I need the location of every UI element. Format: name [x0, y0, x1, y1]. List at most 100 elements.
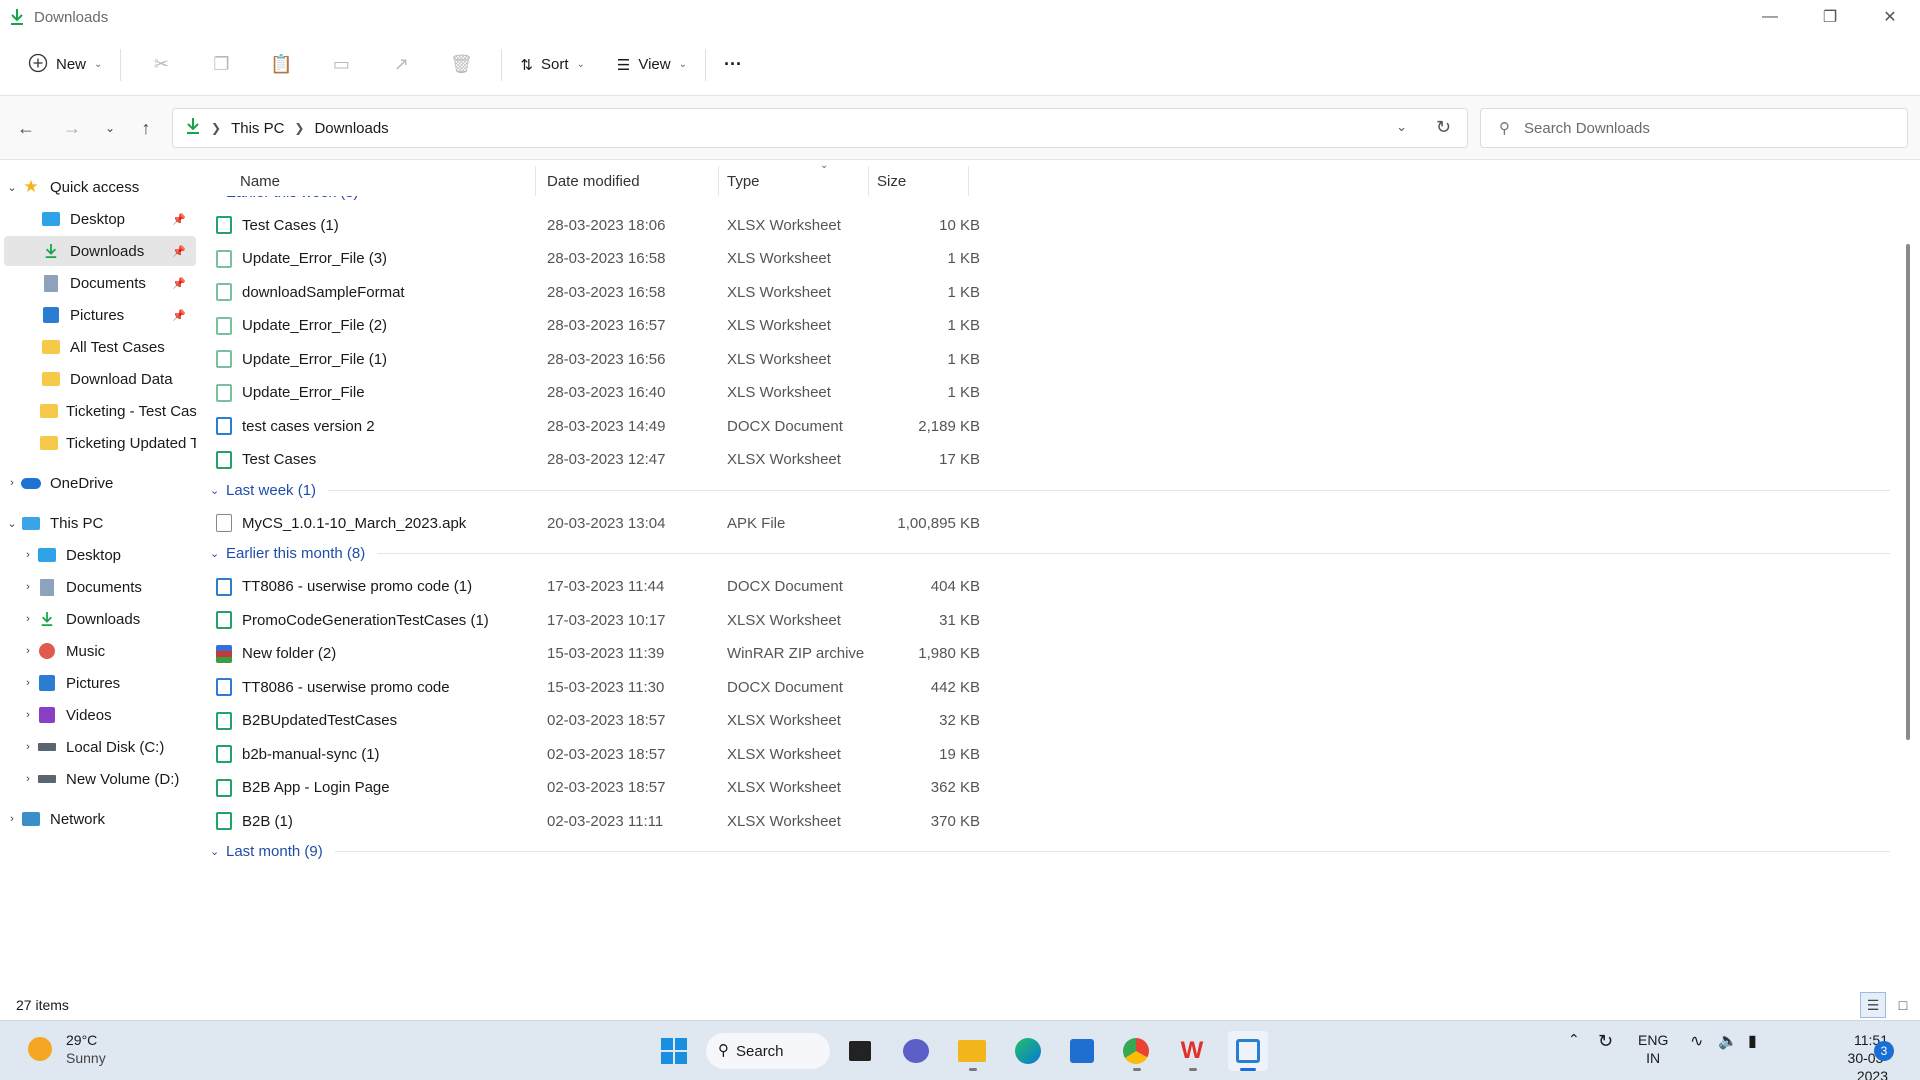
- microsoft-store-icon[interactable]: [1062, 1031, 1102, 1071]
- chevron-down-icon[interactable]: ⌄: [210, 196, 226, 199]
- search-input[interactable]: ⚲ Search Downloads: [1480, 108, 1908, 148]
- chevron-down-icon[interactable]: ⌄: [210, 547, 226, 560]
- file-row[interactable]: Update_Error_File (2) 28-03-2023 16:57 XLS…: [216, 309, 1166, 343]
- chevron-right-icon[interactable]: ›: [20, 581, 36, 593]
- copy-icon[interactable]: ❐: [201, 45, 241, 85]
- column-header-name[interactable]: Name: [232, 166, 536, 196]
- share-icon[interactable]: ↗: [381, 45, 421, 85]
- delete-icon[interactable]: 🗑: [441, 45, 481, 85]
- wps-office-icon[interactable]: W: [1172, 1031, 1212, 1071]
- file-row[interactable]: B2B App - Login Page 02-03-2023 18:57 XLSX…: [216, 771, 1166, 805]
- show-hidden-icons-chevron-icon[interactable]: ⌃: [1568, 1031, 1580, 1048]
- chevron-right-icon[interactable]: ›: [20, 645, 36, 657]
- chevron-right-icon[interactable]: ›: [4, 477, 20, 489]
- file-row[interactable]: B2B (1) 02-03-2023 11:11 XLSX Worksheet 370…: [216, 804, 1166, 838]
- file-row[interactable]: TT8086 - userwise promo code 15-03-2023 1…: [216, 670, 1166, 704]
- forward-arrow-icon[interactable]: →: [58, 114, 86, 142]
- sidebar-item-pc-music[interactable]: › Music: [4, 636, 196, 666]
- sidebar-item-documents[interactable]: Documents 📌: [4, 268, 196, 298]
- sync-icon[interactable]: ↻: [1598, 1031, 1613, 1052]
- teams-chat-icon[interactable]: [896, 1031, 936, 1071]
- chrome-browser-icon[interactable]: [1116, 1031, 1156, 1071]
- address-bar[interactable]: ❯ This PC ❯ Downloads ⌄ ↻: [172, 108, 1468, 148]
- file-row[interactable]: New folder (2) 15-03-2023 11:39 WinRAR ZIP…: [216, 637, 1166, 671]
- chevron-down-icon[interactable]: ⌄: [210, 845, 226, 858]
- chevron-right-icon[interactable]: ›: [20, 549, 36, 561]
- sidebar-item-pc-downloads[interactable]: › Downloads: [4, 604, 196, 634]
- column-header-date[interactable]: Date modified: [539, 166, 719, 196]
- file-row[interactable]: downloadSampleFormat 28-03-2023 16:58 XLS …: [216, 275, 1166, 309]
- sidebar-item-downloads[interactable]: Downloads 📌: [4, 236, 196, 266]
- up-arrow-icon[interactable]: ↑: [132, 114, 160, 142]
- input-language[interactable]: ENG IN: [1638, 1031, 1668, 1067]
- sidebar-quick-access[interactable]: ⌄ ★ Quick access: [4, 172, 196, 202]
- weather-widget[interactable]: 29°C Sunny: [28, 1031, 106, 1067]
- sidebar-item-ticketing-test-cases[interactable]: Ticketing - Test Cas: [4, 396, 196, 426]
- new-button[interactable]: New ⌄: [20, 45, 110, 85]
- rename-icon[interactable]: ▭: [321, 45, 361, 85]
- chevron-down-icon[interactable]: ⌄: [4, 181, 20, 194]
- sidebar-item-pc-videos[interactable]: › Videos: [4, 700, 196, 730]
- wifi-icon[interactable]: ∿: [1690, 1031, 1703, 1051]
- file-row[interactable]: MyCS_1.0.1-10_March_2023.apk 20-03-2023 1…: [216, 506, 1166, 540]
- sidebar-this-pc[interactable]: ⌄ This PC: [4, 508, 196, 538]
- chevron-right-icon[interactable]: ›: [20, 677, 36, 689]
- sidebar-item-pc-pictures[interactable]: › Pictures: [4, 668, 196, 698]
- sidebar-item-ticketing-updated[interactable]: Ticketing Updated T: [4, 428, 196, 458]
- edge-browser-icon[interactable]: [1008, 1031, 1048, 1071]
- notification-badge[interactable]: 3: [1874, 1041, 1894, 1061]
- scrollbar-thumb[interactable]: [1906, 244, 1910, 740]
- file-explorer-icon[interactable]: [952, 1031, 992, 1071]
- group-header[interactable]: ⌄ Earlier this month (8): [210, 542, 1890, 566]
- sidebar-item-download-data[interactable]: Download Data: [4, 364, 196, 394]
- taskbar-search-button[interactable]: ⚲ Search: [706, 1033, 830, 1069]
- chevron-right-icon[interactable]: ›: [20, 613, 36, 625]
- chevron-right-icon[interactable]: ›: [20, 709, 36, 721]
- file-row[interactable]: TT8086 - userwise promo code (1) 17-03-20…: [216, 570, 1166, 604]
- file-row[interactable]: test cases version 2 28-03-2023 14:49 DOCX…: [216, 409, 1166, 443]
- column-header-size[interactable]: Size: [869, 166, 969, 196]
- close-button[interactable]: ✕: [1860, 0, 1920, 34]
- tiles-view-icon[interactable]: □: [1890, 992, 1916, 1018]
- breadcrumb-this-pc[interactable]: This PC: [231, 120, 284, 137]
- file-row[interactable]: Test Cases 28-03-2023 12:47 XLSX Worksheet…: [216, 443, 1166, 477]
- cut-icon[interactable]: ✂: [141, 45, 181, 85]
- more-options-button[interactable]: ···: [716, 45, 750, 85]
- file-row[interactable]: b2b-manual-sync (1) 02-03-2023 18:57 XLSX …: [216, 737, 1166, 771]
- snipping-tool-icon[interactable]: [1228, 1031, 1268, 1071]
- file-row[interactable]: Update_Error_File 28-03-2023 16:40 XLS Wor…: [216, 376, 1166, 410]
- volume-icon[interactable]: 🔈: [1718, 1031, 1738, 1051]
- restore-button[interactable]: ❐: [1800, 0, 1860, 34]
- sidebar-item-all-test-cases[interactable]: All Test Cases: [4, 332, 196, 362]
- chevron-down-icon[interactable]: ⌄: [4, 517, 20, 530]
- group-header[interactable]: ⌄Earlier this week (8): [210, 196, 1890, 204]
- sidebar-item-local-disk-c[interactable]: › Local Disk (C:): [4, 732, 196, 762]
- chevron-right-icon[interactable]: ›: [20, 741, 36, 753]
- minimize-button[interactable]: —: [1740, 0, 1800, 34]
- details-view-icon[interactable]: ☰: [1860, 992, 1886, 1018]
- sort-button[interactable]: ⇅ Sort ⌄: [512, 45, 592, 85]
- sidebar-item-new-volume-d[interactable]: › New Volume (D:): [4, 764, 196, 794]
- file-row[interactable]: Update_Error_File (3) 28-03-2023 16:58 XLS…: [216, 242, 1166, 276]
- file-row[interactable]: Test Cases (1) 28-03-2023 18:06 XLSX Works…: [216, 208, 1166, 242]
- task-view-icon[interactable]: [840, 1031, 880, 1071]
- file-row[interactable]: Update_Error_File (1) 28-03-2023 16:56 XLS…: [216, 342, 1166, 376]
- vertical-scrollbar[interactable]: [1906, 160, 1912, 990]
- view-button[interactable]: ☰ View ⌄: [609, 45, 695, 85]
- group-header[interactable]: ⌄ Last week (1): [210, 478, 1890, 502]
- sidebar-onedrive[interactable]: › OneDrive: [4, 468, 196, 498]
- breadcrumb-downloads[interactable]: Downloads: [314, 120, 388, 137]
- sidebar-item-pc-desktop[interactable]: › Desktop: [4, 540, 196, 570]
- address-dropdown-icon[interactable]: ⌄: [1396, 119, 1407, 135]
- refresh-icon[interactable]: ↻: [1436, 117, 1451, 138]
- file-row[interactable]: PromoCodeGenerationTestCases (1) 17-03-20…: [216, 603, 1166, 637]
- file-row[interactable]: B2BUpdatedTestCases 02-03-2023 18:57 XLSX …: [216, 704, 1166, 738]
- group-header[interactable]: ⌄ Last month (9): [210, 840, 1890, 864]
- chevron-right-icon[interactable]: ›: [20, 773, 36, 785]
- chevron-down-icon[interactable]: ⌄: [210, 484, 226, 497]
- sidebar-item-pc-documents[interactable]: › Documents: [4, 572, 196, 602]
- sidebar-item-pictures[interactable]: Pictures 📌: [4, 300, 196, 330]
- sidebar-network[interactable]: › Network: [4, 804, 196, 834]
- recent-locations-chevron-icon[interactable]: ⌄: [96, 114, 124, 142]
- battery-icon[interactable]: ▮: [1748, 1031, 1757, 1051]
